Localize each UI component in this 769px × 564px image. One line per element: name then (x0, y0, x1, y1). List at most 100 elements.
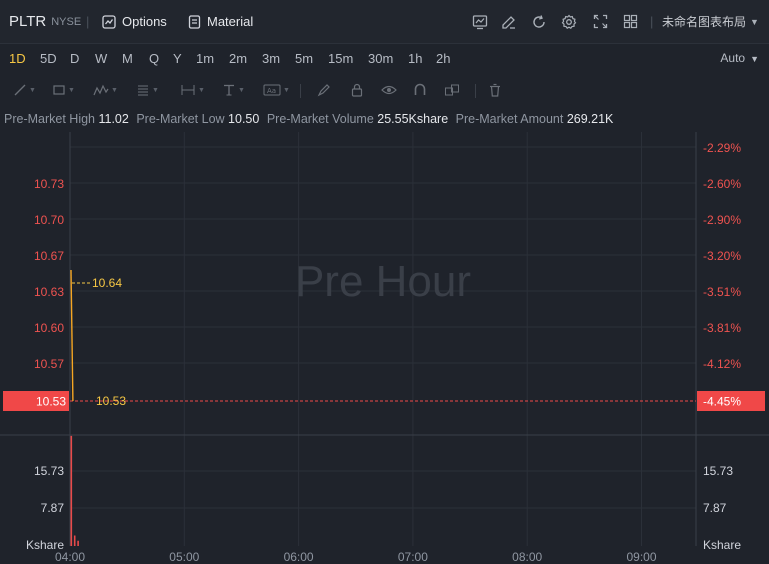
chevron-down-icon: ▼ (152, 86, 159, 94)
interval-1d[interactable]: 1D (9, 44, 26, 73)
delete-drawings-button[interactable] (488, 81, 502, 99)
brush-icon (317, 84, 330, 97)
top-toolbar: PLTR NYSE | Options Material | 未命名图表布局 ▼ (0, 0, 769, 44)
price-tick-label: 10.67 (34, 249, 64, 263)
material-button[interactable]: Material (188, 0, 253, 43)
pattern-tool-icon (93, 84, 109, 96)
visibility-tool[interactable] (381, 81, 397, 99)
interval-1h[interactable]: 1h (408, 44, 422, 73)
interval-3m[interactable]: 3m (262, 44, 280, 73)
price-tick-label: 10.57 (34, 357, 64, 371)
chevron-down-icon: ▼ (750, 16, 759, 27)
stat-value-low: 10.50 (228, 112, 260, 126)
stat-label-high: Pre-Market High (4, 112, 95, 126)
interval-15m[interactable]: 15m (328, 44, 353, 73)
layout-name: 未命名图表布局 (662, 15, 747, 29)
stat-value-volume: 25.55Kshare (377, 112, 449, 126)
line-tool[interactable]: ▼ (13, 81, 36, 99)
text-tool[interactable]: ▼ (222, 81, 245, 99)
link-icon (445, 84, 459, 96)
percent-tick-label: -4.12% (703, 357, 741, 371)
volume-bar (70, 435, 73, 546)
interval-day[interactable]: D (70, 44, 79, 73)
chevron-down-icon: ▼ (238, 86, 245, 94)
volume-tick-label: 7.87 (703, 501, 727, 515)
interval-1m[interactable]: 1m (196, 44, 214, 73)
draw-button[interactable] (500, 0, 518, 43)
volume-tick-label: 7.87 (41, 501, 65, 515)
chevron-down-icon: ▼ (29, 86, 36, 94)
interval-bar: 1D 5D D W M Q Y 1m 2m 3m 5m 15m 30m 1h 2… (0, 44, 769, 73)
layout-selector[interactable]: 未命名图表布局 ▼ (662, 0, 759, 43)
toolbar-divider: | (650, 14, 654, 29)
options-button[interactable]: Options (102, 0, 167, 43)
stat-value-high: 11.02 (98, 112, 129, 126)
exchange-label: NYSE (51, 15, 82, 28)
volume-unit-label: Kshare (703, 538, 741, 552)
interval-quarter[interactable]: Q (149, 44, 159, 73)
interval-2h[interactable]: 2h (436, 44, 450, 73)
text-tool-icon (224, 84, 234, 96)
price-tick-label: 10.63 (34, 285, 64, 299)
fullscreen-button[interactable] (591, 0, 609, 43)
layout-grid-button[interactable] (621, 0, 639, 43)
price-chart[interactable]: Pre Hour 10.73 10.70 10.67 10.63 10.60 10.57 -2… (0, 132, 769, 564)
interval-month[interactable]: M (122, 44, 133, 73)
chevron-down-icon: ▼ (198, 86, 205, 94)
volume-bar (73, 535, 76, 546)
time-tick-label: 04:00 (55, 550, 85, 564)
volume-tick-label: 15.73 (703, 464, 733, 478)
measure-tool[interactable]: ▼ (180, 81, 205, 99)
chart-type-button[interactable] (471, 0, 489, 43)
material-label: Material (207, 14, 254, 29)
volume-bar (77, 540, 79, 546)
rectangle-tool-icon (53, 85, 65, 95)
time-tick-label: 07:00 (398, 550, 428, 564)
interval-week[interactable]: W (95, 44, 107, 73)
grid-icon (623, 14, 637, 29)
lock-tool[interactable] (350, 81, 364, 99)
interval-30m[interactable]: 30m (368, 44, 393, 73)
lock-icon (351, 83, 363, 97)
eye-icon (381, 85, 397, 95)
chevron-down-icon: ▼ (111, 86, 118, 94)
pencil-square-icon (502, 15, 515, 29)
current-price-label: 10.53 (36, 395, 66, 409)
price-marker-label: 10.53 (96, 394, 126, 408)
annotation-tool[interactable]: Aa ▼ (263, 81, 290, 99)
ruler-icon (181, 85, 195, 95)
interval-5d[interactable]: 5D (40, 44, 57, 73)
scale-mode-selector[interactable]: Auto ▼ (720, 44, 759, 73)
percent-tick-label: -3.81% (703, 321, 741, 335)
refresh-button[interactable] (530, 0, 548, 43)
magnet-icon (414, 83, 426, 95)
toolbar-divider: | (86, 14, 90, 29)
fib-tool[interactable]: ▼ (136, 81, 159, 99)
percent-tick-label: -3.20% (703, 249, 741, 263)
chart-background (0, 132, 769, 564)
shape-tool[interactable]: ▼ (52, 81, 75, 99)
price-tick-label: 10.70 (34, 213, 64, 227)
chart-type-icon (472, 14, 488, 29)
interval-year[interactable]: Y (173, 44, 182, 73)
percent-tick-label: -3.51% (703, 285, 741, 299)
options-label: Options (122, 14, 167, 29)
stat-label-amount: Pre-Market Amount (455, 112, 564, 126)
magnet-tool[interactable] (413, 81, 427, 99)
watermark-text: Pre Hour (295, 257, 471, 306)
brush-tool[interactable] (317, 81, 331, 99)
interval-2m[interactable]: 2m (229, 44, 247, 73)
interval-5m[interactable]: 5m (295, 44, 313, 73)
settings-button[interactable] (560, 0, 578, 43)
group-tool[interactable] (444, 81, 460, 99)
annotation-icon: Aa (263, 84, 281, 96)
pattern-tool[interactable]: ▼ (93, 81, 118, 99)
symbol-selector[interactable]: PLTR NYSE (9, 0, 81, 43)
time-tick-label: 06:00 (284, 550, 314, 564)
pre-market-stats: Pre-Market High 11.02 Pre-Market Low 10.… (0, 106, 769, 133)
svg-text:Aa: Aa (267, 87, 276, 95)
time-tick-label: 09:00 (626, 550, 656, 564)
chevron-down-icon: ▼ (283, 86, 290, 94)
price-tick-label: 10.73 (34, 177, 64, 191)
gear-icon (561, 14, 577, 29)
